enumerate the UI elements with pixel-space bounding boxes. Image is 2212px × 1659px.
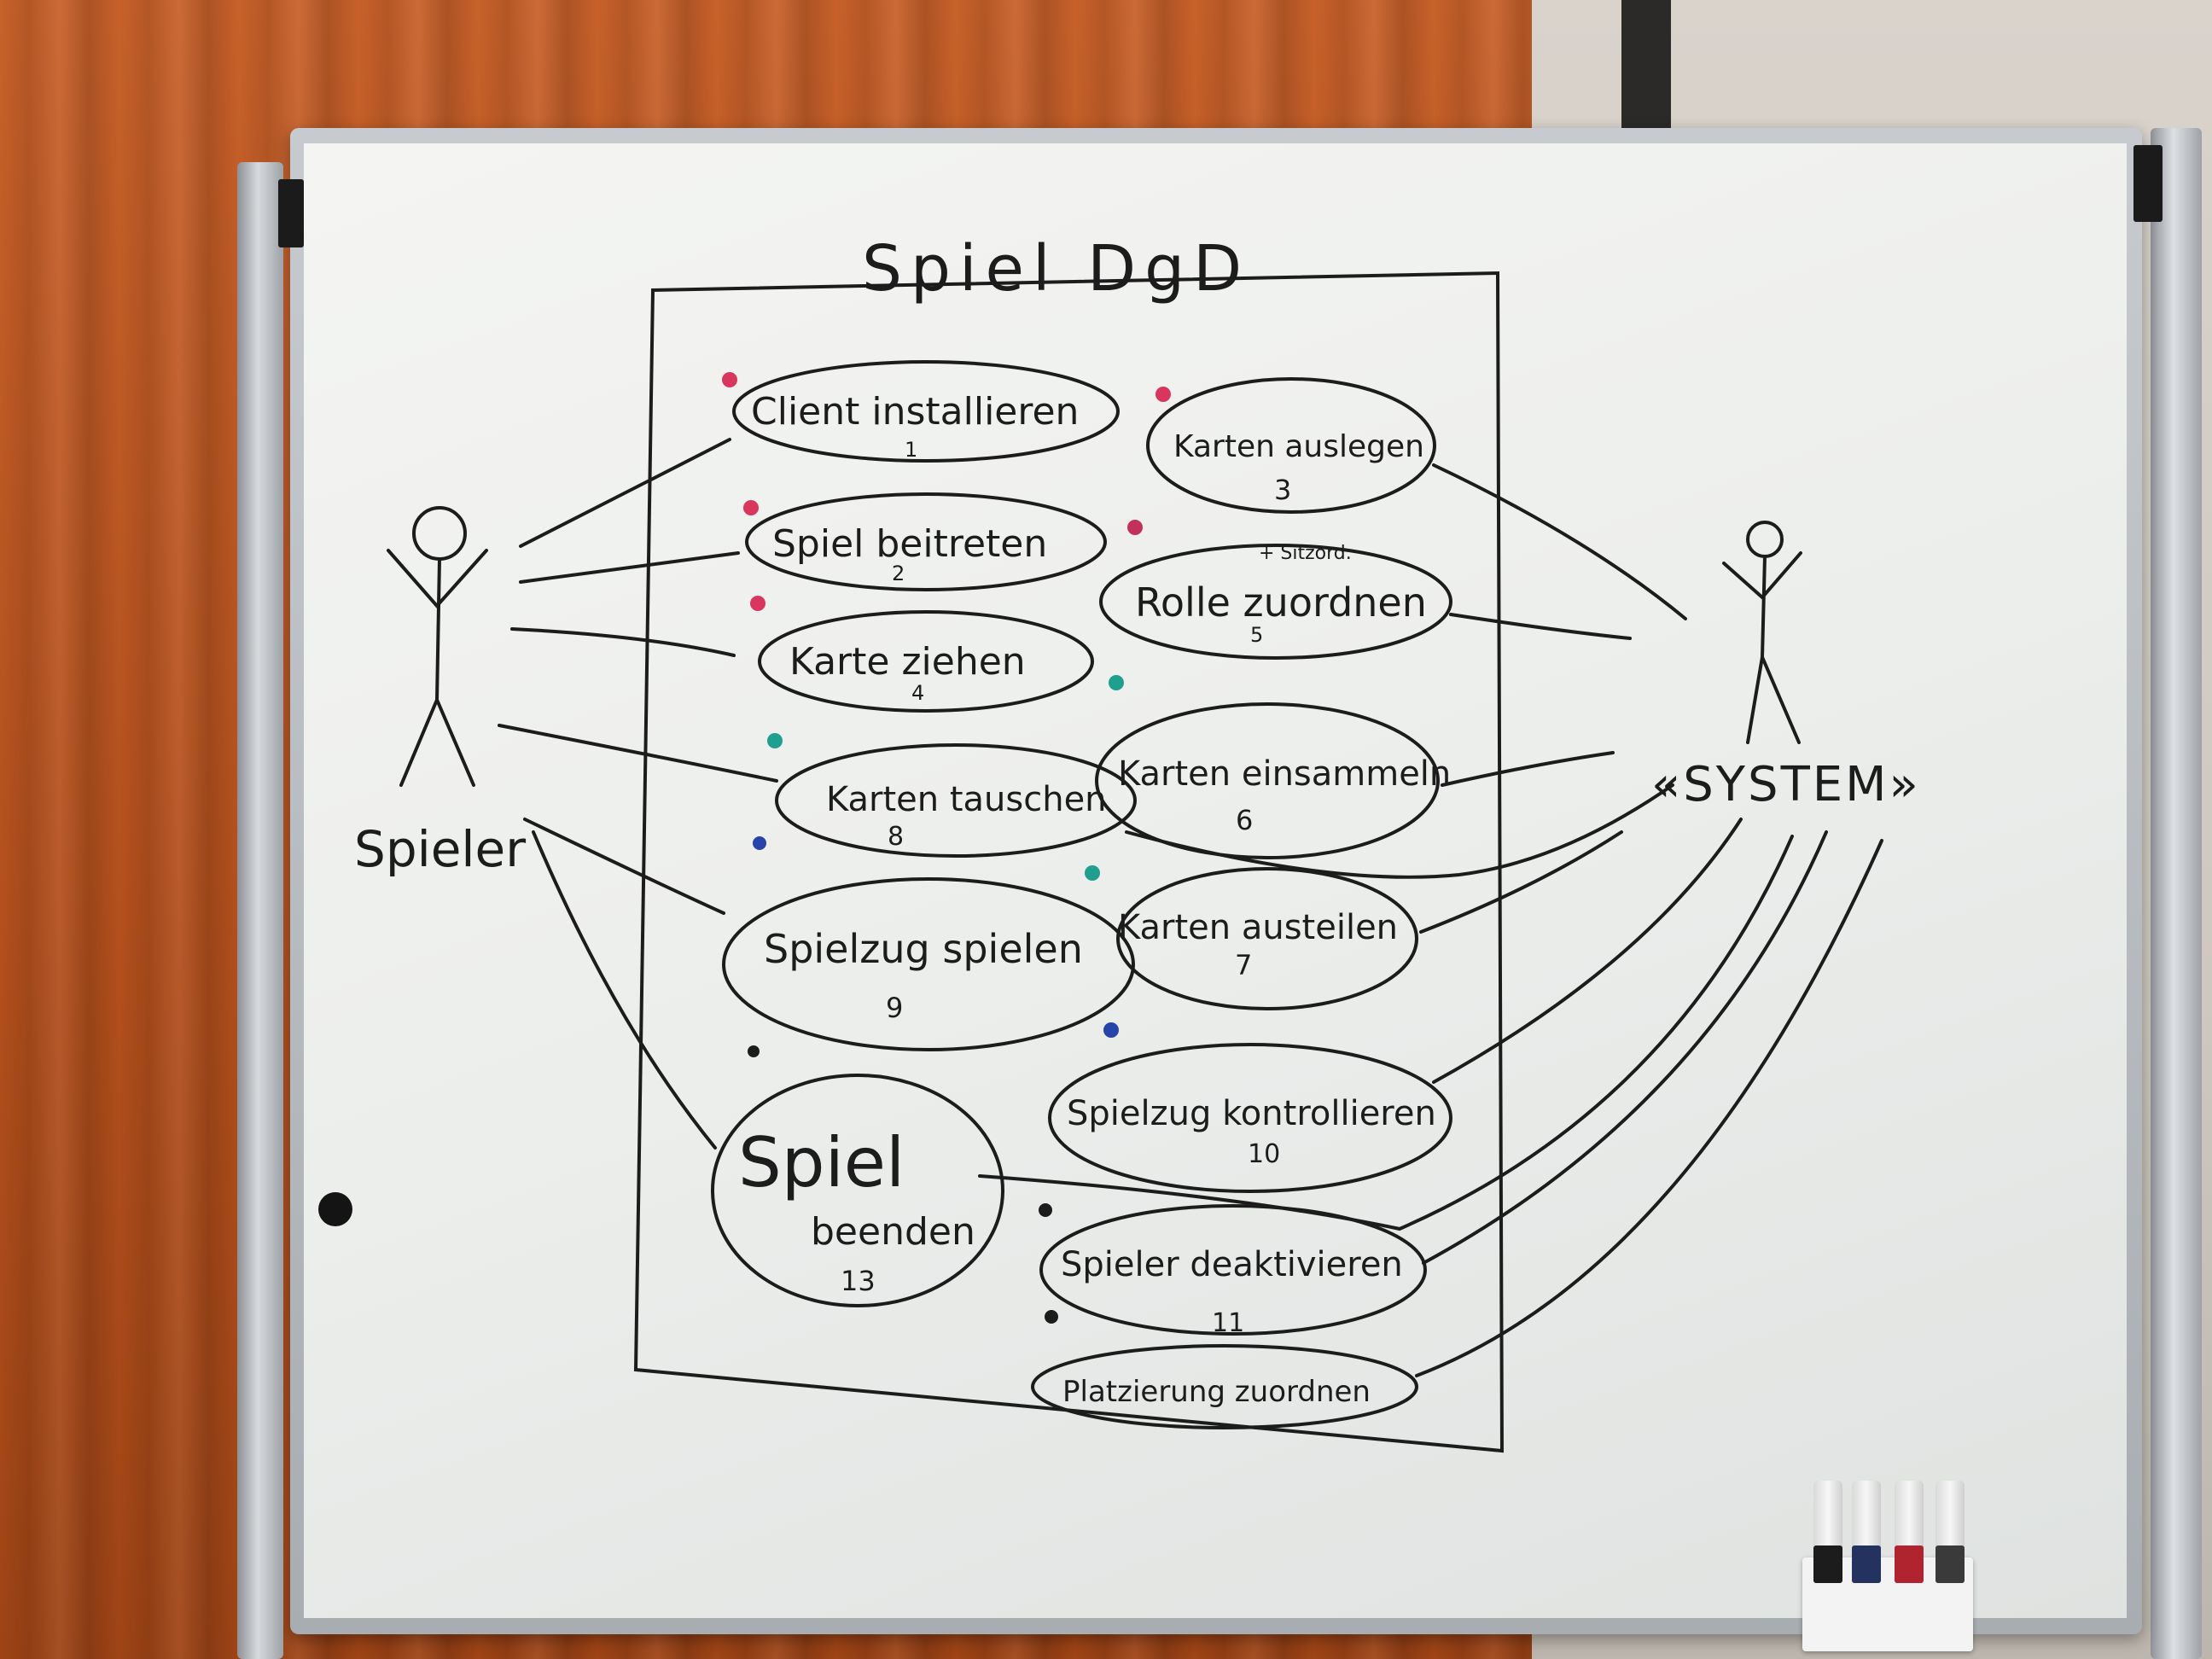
uc-label-einsammeln: Karten einsammeln <box>1118 754 1451 794</box>
uc-number-spielen: 9 <box>886 992 903 1024</box>
dot-rolle <box>1127 520 1143 535</box>
assoc-system-austeilen <box>1419 830 1623 934</box>
uc-label-beenden: Spiel <box>738 1123 905 1202</box>
uc-label-ziehen: Karte ziehen <box>789 640 1026 684</box>
uc-label-auslegen: Karten auslegen <box>1173 429 1424 464</box>
dot-ziehen <box>750 596 765 611</box>
assoc-system-kontrollieren <box>1432 818 1743 1084</box>
uc-label-spielen: Spielzug spielen <box>764 926 1083 972</box>
assoc-player-client <box>519 438 731 548</box>
uc-label-austeilen: Karten austeilen <box>1118 908 1398 947</box>
uc-label-deaktivieren: Spieler deaktivieren <box>1061 1245 1403 1284</box>
uc-number-client: 1 <box>905 438 917 462</box>
dot-deaktivieren <box>1039 1203 1052 1217</box>
dot-kontrollieren <box>1103 1022 1119 1038</box>
assoc-player-beitreten <box>519 551 740 584</box>
assoc-system-einsammeln <box>1441 751 1615 787</box>
dot-auslegen <box>1155 387 1171 402</box>
assoc-system-deaktivieren <box>1422 830 1828 1265</box>
dot-beenden <box>748 1045 760 1057</box>
dot-client <box>722 372 737 387</box>
uc-label-platzierung: Platzierung zuordnen <box>1062 1375 1371 1409</box>
uc-number-austeilen: 7 <box>1235 949 1252 981</box>
diagram-title: Spiel DgD <box>862 232 1250 306</box>
assoc-system-auslegen <box>1432 463 1687 620</box>
assoc-player-ziehen <box>510 627 736 657</box>
uc-label-client: Client installieren <box>751 390 1079 434</box>
uc-label-beenden-2: beenden <box>811 1210 975 1254</box>
uc-label-beitreten: Spiel beitreten <box>772 522 1047 566</box>
assoc-player-beenden <box>532 830 717 1150</box>
uc-label-tauschen: Karten tauschen <box>826 780 1107 819</box>
dot-einsammeln <box>1109 675 1124 690</box>
uc-number-kontrollieren: 10 <box>1248 1139 1280 1169</box>
uc-number-rolle: 5 <box>1250 623 1263 647</box>
uc-number-beenden: 13 <box>841 1265 876 1297</box>
dot-platzierung <box>1045 1310 1058 1324</box>
uc-number-ziehen: 4 <box>911 681 924 705</box>
assoc-player-spielen <box>523 818 725 915</box>
dot-austeilen <box>1085 865 1100 881</box>
dot-spielen <box>753 836 766 850</box>
uc-number-auslegen: 3 <box>1274 474 1291 506</box>
uc-label-rolle: Rolle zuordnen <box>1135 579 1427 626</box>
uc-note-rolle: + Sitzord. <box>1259 543 1352 564</box>
actor-label-player: Spieler <box>354 820 526 878</box>
assoc-player-tauschen <box>498 724 778 783</box>
uc-label-kontrollieren: Spielzug kontrollieren <box>1067 1094 1436 1133</box>
assoc-system-rolle <box>1449 613 1632 640</box>
player-actor-figure <box>387 506 488 787</box>
uc-number-tauschen: 8 <box>888 822 904 852</box>
use-case-diagram: Spiel DgD Spieler «SYSTEM» Client instal… <box>354 232 1921 1453</box>
uc-number-einsammeln: 6 <box>1236 804 1253 836</box>
system-actor-figure <box>1722 521 1802 744</box>
uc-number-beitreten: 2 <box>892 562 905 585</box>
uc-number-deaktivieren: 11 <box>1212 1308 1244 1338</box>
dot-tauschen <box>767 733 783 748</box>
assoc-system-platzierung <box>1415 839 1883 1377</box>
dot-beitreten <box>743 500 759 515</box>
actor-label-system: «SYSTEM» <box>1651 757 1921 812</box>
